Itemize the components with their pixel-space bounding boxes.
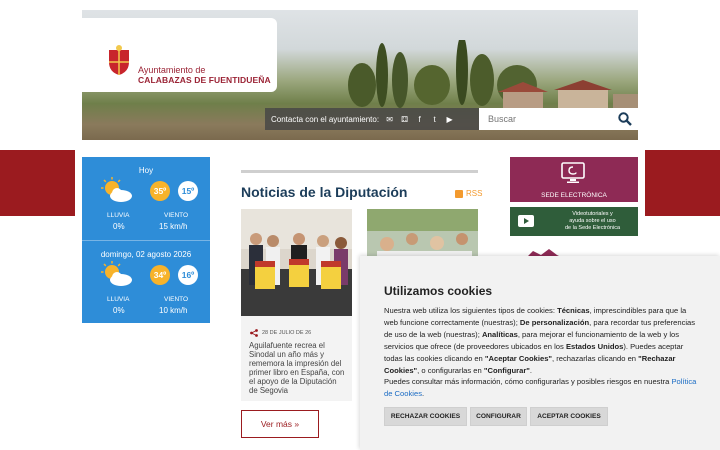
mail-icon[interactable]: ✉ [385, 115, 394, 124]
wind-value: 15 km/h [159, 222, 188, 231]
see-more-button[interactable]: Ver más » [241, 410, 319, 438]
news-section-title: Noticias de la Diputación [241, 184, 408, 200]
rss-label: RSS [466, 189, 483, 198]
cookie-text: Nuestra web utiliza los siguientes tipos… [384, 306, 696, 387]
rss-icon [455, 189, 463, 198]
video-label-line-3: de la Sede Electrónica [564, 225, 621, 231]
weather-day: domingo, 02 agosto 2026 34º 16º LLUVIA 0… [82, 240, 210, 323]
weather-date: Hoy [138, 166, 154, 175]
logo-line-2: CALABAZAS DE FUENTIDUEÑA [138, 75, 271, 85]
contact-label: Contacta con el ayuntamiento: [271, 114, 380, 124]
partly-sunny-icon [101, 261, 132, 286]
search-box [479, 108, 638, 130]
accept-cookies-button[interactable]: ACEPTAR COOKIES [530, 407, 608, 426]
sitemap-icon[interactable]: ⚃ [400, 115, 409, 124]
logo-text: Ayuntamiento de CALABAZAS DE FUENTIDUEÑA [138, 65, 271, 85]
rain-value: 0% [113, 306, 125, 315]
share-icon[interactable] [250, 329, 258, 337]
logo-line-1: Ayuntamiento de [138, 65, 206, 75]
news-photo[interactable] [241, 209, 352, 316]
cookie-banner: Utilizamos cookies Nuestra web utiliza l… [360, 256, 720, 450]
temperature-min: 15º [178, 181, 198, 201]
cookie-description: Nuestra web utiliza los siguientes tipos… [384, 306, 697, 399]
weather-date: domingo, 02 agosto 2026 [100, 250, 192, 259]
video-tutorials-banner[interactable]: Videotutoriales y ayuda sobre el uso de … [510, 207, 638, 236]
village-houses-illustration [498, 80, 638, 110]
weather-day: Hoy 35º 15º LLUVIA 0% VIENTO 15 km/h [82, 157, 210, 240]
video-label-line-2: ayuda sobre el uso [569, 218, 616, 224]
facebook-icon[interactable]: f [415, 115, 424, 124]
news-card-text[interactable]: Aguilafuente recrea el Sinodal un año má… [249, 341, 345, 395]
contact-bar: Contacta con el ayuntamiento: ✉ ⚃ f t ▶ [265, 108, 479, 130]
sede-label: SEDE ELECTRÓNICA [541, 192, 607, 199]
decorative-band-right [645, 150, 720, 216]
news-divider [241, 170, 478, 173]
weather-widget: Hoy 35º 15º LLUVIA 0% VIENTO 15 km/h dom… [82, 157, 210, 323]
sede-electronica-banner[interactable]: SEDE ELECTRÓNICA [510, 157, 638, 202]
monitor-icon [561, 162, 585, 183]
temperature-max: 34º [150, 265, 170, 285]
news-card-meta: 28 DE JULIO DE 26 [250, 329, 311, 337]
reject-cookies-button[interactable]: RECHAZAR COOKIES [384, 407, 467, 426]
rain-label: LLUVIA [107, 296, 130, 303]
coat-of-arms-icon [109, 45, 129, 75]
logo-card[interactable]: Ayuntamiento de CALABAZAS DE FUENTIDUEÑA [82, 18, 277, 92]
cookie-title: Utilizamos cookies [384, 284, 493, 298]
partly-sunny-icon [101, 177, 132, 202]
search-icon[interactable] [618, 112, 632, 126]
temperature-max: 35º [150, 181, 170, 201]
configure-cookies-button[interactable]: CONFIGURAR [470, 407, 527, 426]
youtube-icon[interactable]: ▶ [445, 115, 454, 124]
rain-label: LLUVIA [107, 212, 130, 219]
news-card[interactable]: 28 DE JULIO DE 26 Aguilafuente recrea el… [241, 209, 352, 401]
rain-value: 0% [113, 222, 125, 231]
wind-label: VIENTO [164, 212, 189, 219]
search-input[interactable] [479, 114, 609, 124]
wind-label: VIENTO [164, 296, 189, 303]
news-card-date: 28 DE JULIO DE 26 [262, 330, 312, 336]
rss-link[interactable]: RSS [455, 189, 482, 198]
site-header: Ayuntamiento de CALABAZAS DE FUENTIDUEÑA… [82, 10, 638, 140]
page: Ayuntamiento de CALABAZAS DE FUENTIDUEÑA… [0, 0, 720, 450]
twitter-icon[interactable]: t [430, 115, 439, 124]
video-label-line-1: Videotutoriales y [572, 211, 613, 217]
video-play-icon [518, 215, 534, 227]
video-tutorials-label: Videotutoriales y ayuda sobre el uso de … [550, 211, 635, 232]
wind-value: 10 km/h [159, 306, 188, 315]
temperature-min: 16º [178, 265, 198, 285]
decorative-band-left [0, 150, 75, 216]
